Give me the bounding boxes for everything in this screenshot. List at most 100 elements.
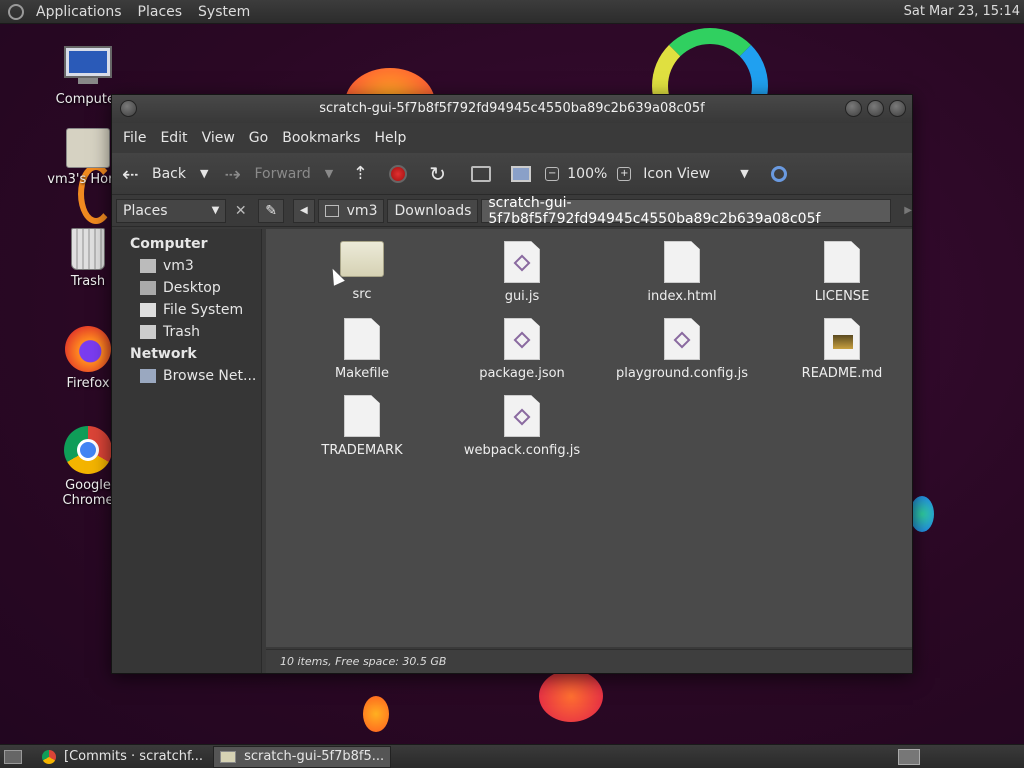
menu-help[interactable]: Help [367,130,413,146]
file-item[interactable]: Makefile [287,318,437,381]
decor-blob [539,670,603,722]
file-item[interactable]: TRADEMARK [287,395,437,458]
sidebar-item-label: Desktop [163,280,221,296]
home-icon[interactable] [471,165,492,182]
file-item[interactable]: README.md [767,318,917,381]
breadcrumb-scroll-right[interactable]: ▶ [904,205,912,216]
stop-icon[interactable] [389,164,408,183]
decor-blob [363,696,389,732]
chevron-down-icon: ▼ [740,167,749,180]
breadcrumb-label: vm3 [346,202,378,219]
firefox-icon [65,326,111,372]
menubar: File Edit View Go Bookmarks Help [112,123,912,153]
close-sidebar-icon[interactable]: ✕ [229,199,252,223]
file-item[interactable]: index.html [607,241,757,304]
folder-icon [220,750,237,763]
computer-icon [64,46,112,88]
file-name: playground.config.js [616,366,748,381]
distro-logo-icon[interactable] [8,3,24,20]
menu-bookmarks[interactable]: Bookmarks [275,130,367,146]
zoom-in-icon[interactable]: + [617,166,632,181]
clock[interactable]: Sat Mar 23, 15:14 [904,4,1020,19]
file-item[interactable]: gui.js [447,241,597,304]
breadcrumb-label: scratch-gui-5f7b8f5f792fd94945c4550ba89c… [488,194,821,227]
sidebar-header-computer: Computer [130,236,208,252]
chrome-icon [42,749,56,764]
folder-icon [340,241,384,277]
script-file-icon [504,318,540,360]
script-file-icon [504,395,540,437]
text-file-icon [824,318,860,360]
window-menu-icon[interactable] [120,100,137,117]
bottom-taskbar: [Commits · scratchf... scratch-gui-5f7b8… [0,744,1024,768]
desktop-folder-icon [140,281,156,295]
sidebar-item-file-system[interactable]: File System [112,299,261,321]
task-file-manager[interactable]: scratch-gui-5f7b8f5... [213,745,392,768]
menu-file[interactable]: File [116,130,153,146]
breadcrumb-current-folder[interactable]: scratch-gui-5f7b8f5f792fd94945c4550ba89c… [481,195,892,227]
places-select[interactable]: Places ▼ [116,198,227,223]
chrome-icon [64,426,112,474]
file-item[interactable]: src [287,241,437,302]
drive-icon [140,303,156,317]
back-label: Back [152,165,186,182]
window-title: scratch-gui-5f7b8f5f792fd94945c4550ba89c… [319,101,705,116]
sidebar-item-label: File System [163,302,244,318]
view-mode-select[interactable]: Icon View ▼ [643,166,748,182]
minimize-button[interactable] [845,100,862,117]
forward-button[interactable]: ⇢ Forward [224,163,310,185]
pencil-icon: ✎ [265,202,277,219]
script-file-icon [664,318,700,360]
sidebar-item-vm3[interactable]: vm3 [112,255,261,277]
task-label: scratch-gui-5f7b8f5... [244,749,385,764]
menu-view[interactable]: View [195,130,242,146]
back-history-dropdown-icon[interactable]: ▼ [200,167,208,180]
sidebar-item-desktop[interactable]: Desktop [112,277,261,299]
places-sidebar: Computer vm3 Desktop File System Trash N… [112,229,262,673]
task-label: [Commits · scratchf... [64,749,204,764]
window-titlebar[interactable]: scratch-gui-5f7b8f5f792fd94945c4550ba89c… [112,95,912,123]
workspace-switcher-icon[interactable] [898,749,920,765]
decor-blob [910,496,934,532]
file-icon-view[interactable]: src gui.js index.html LICENSE Makefile p… [266,229,912,647]
forward-arrow-icon: ⇢ [224,161,242,186]
menu-go[interactable]: Go [242,130,275,146]
zoom-out-icon[interactable]: − [545,166,560,181]
back-button[interactable]: ⇠ Back [122,163,186,185]
task-chrome-commits[interactable]: [Commits · scratchf... [36,746,209,768]
network-icon [140,369,156,383]
close-button[interactable] [889,100,906,117]
edit-location-button[interactable]: ✎ [258,198,284,223]
menu-edit[interactable]: Edit [153,130,194,146]
system-menu[interactable]: System [190,4,258,20]
file-item[interactable]: LICENSE [767,241,917,304]
file-item[interactable]: webpack.config.js [447,395,597,458]
file-name: webpack.config.js [463,443,581,458]
home-folder-icon [140,259,156,273]
zoom-level: 100% [567,165,608,182]
file-item[interactable]: playground.config.js [607,318,757,381]
desktop-icon-label: Firefox [66,376,110,391]
applications-menu[interactable]: Applications [28,4,130,20]
places-menu[interactable]: Places [130,4,191,20]
home-icon [324,204,339,217]
file-name: Makefile [334,366,390,381]
breadcrumb-downloads[interactable]: Downloads [387,198,479,223]
file-item[interactable]: package.json [447,318,597,381]
sidebar-item-browse-network[interactable]: Browse Net... [112,365,261,387]
places-select-label: Places [123,202,168,219]
search-icon[interactable] [770,165,787,182]
show-desktop-icon[interactable] [4,749,22,764]
sidebar-item-label: Trash [163,324,200,340]
breadcrumb-vm3[interactable]: vm3 [317,198,385,223]
forward-history-dropdown-icon[interactable]: ▼ [325,167,333,180]
sidebar-item-trash[interactable]: Trash [112,321,261,343]
document-file-icon [824,241,860,283]
desktop-icon-label: Google Chrome [62,478,114,508]
computer-icon[interactable] [511,165,532,182]
up-arrow-icon[interactable]: ⇡ [349,163,371,184]
script-file-icon [504,241,540,283]
maximize-button[interactable] [867,100,884,117]
reload-icon[interactable]: ↻ [429,162,451,186]
breadcrumb-scroll-left[interactable]: ◀ [292,198,315,223]
